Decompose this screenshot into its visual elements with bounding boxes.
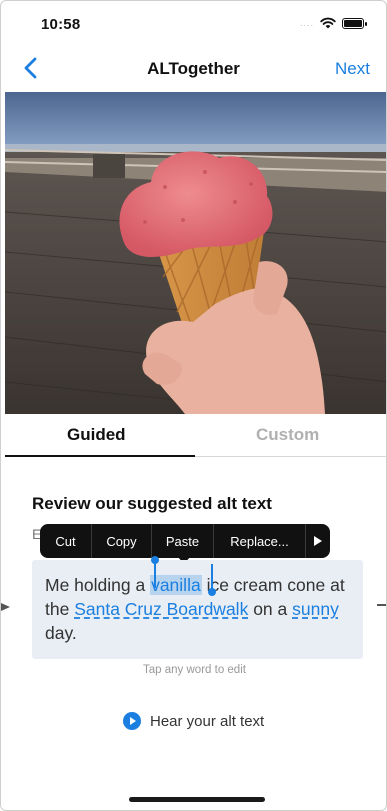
menu-copy[interactable]: Copy <box>92 524 152 558</box>
text-edit-menu: Cut Copy Paste Replace... <box>40 524 330 558</box>
menu-paste[interactable]: Paste <box>152 524 214 558</box>
right-line-icon <box>377 604 386 606</box>
alt-text-segment: Me holding a <box>45 575 151 595</box>
alt-text-paragraph[interactable]: Me holding a vanilla ice cream cone at t… <box>45 573 351 645</box>
navigation-bar: ALTogether Next <box>1 45 386 91</box>
photo-image <box>5 92 386 414</box>
hear-alt-text-label: Hear your alt text <box>150 712 265 730</box>
selection-start-handle[interactable] <box>151 556 159 588</box>
alt-text-segment: day. <box>45 623 77 643</box>
home-indicator <box>129 797 265 802</box>
menu-more-button[interactable] <box>306 524 330 558</box>
editable-word-sunny[interactable]: sunny <box>292 599 339 619</box>
wifi-icon <box>320 17 336 29</box>
status-bar: 10:58 .... <box>1 1 386 45</box>
play-right-icon <box>314 536 322 546</box>
selection-end-handle[interactable] <box>208 564 216 596</box>
signal-dots: .... <box>299 18 314 28</box>
mode-tabs: Guided Custom <box>5 415 386 457</box>
selected-word-vanilla[interactable]: vanilla <box>150 575 202 595</box>
battery-icon <box>342 17 367 29</box>
nav-title: ALTogether <box>147 59 240 78</box>
tab-selected-indicator <box>5 455 195 457</box>
status-time: 10:58 <box>41 16 81 33</box>
review-heading: Review our suggested alt text <box>32 494 272 513</box>
left-arrow-icon <box>1 603 10 611</box>
play-circle-icon <box>123 712 141 730</box>
hear-alt-text-button[interactable]: Hear your alt text <box>123 712 264 730</box>
editable-phrase-santa-cruz-boardwalk[interactable]: Santa Cruz Boardwalk <box>74 599 248 619</box>
menu-cut[interactable]: Cut <box>40 524 92 558</box>
next-button[interactable]: Next <box>335 59 370 79</box>
menu-replace[interactable]: Replace... <box>214 524 306 558</box>
edit-hint: Tap any word to edit <box>143 664 246 676</box>
tab-guided[interactable]: Guided <box>67 425 126 445</box>
app-screen: 10:58 .... ALTogether Next Guided Custom… <box>0 0 387 811</box>
photo-ice-cream <box>5 92 386 414</box>
alt-text-box[interactable]: Me holding a vanilla ice cream cone at t… <box>32 556 363 659</box>
alt-text-segment: on a <box>248 599 293 619</box>
tab-custom[interactable]: Custom <box>256 425 319 445</box>
status-icons: .... <box>299 17 367 29</box>
